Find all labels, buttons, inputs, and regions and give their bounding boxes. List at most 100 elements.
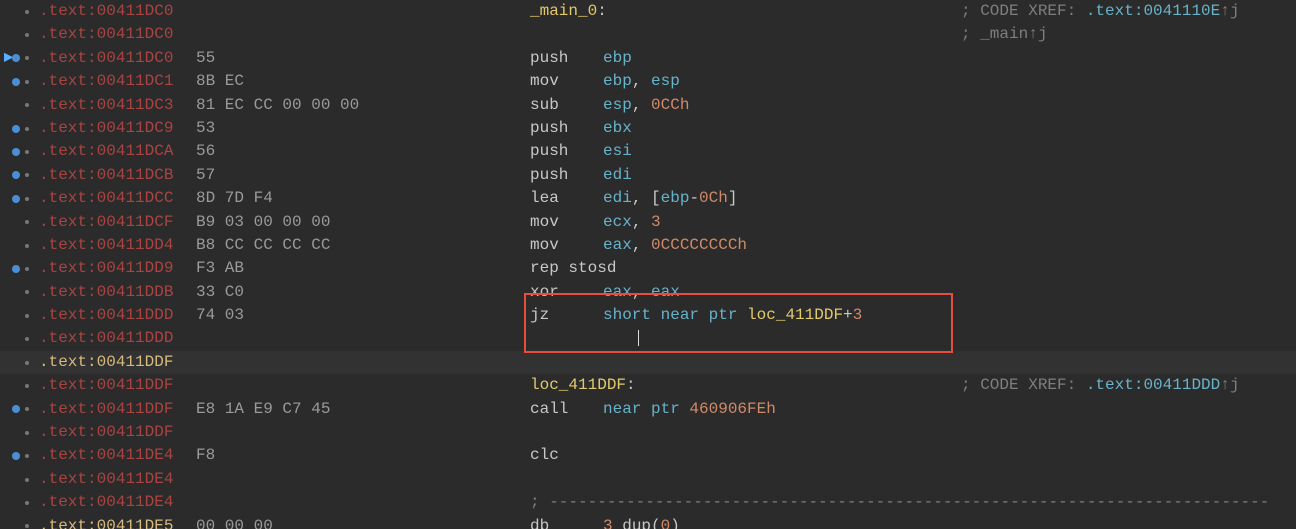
fold-dot-icon [25, 267, 29, 271]
hex-bytes: F8 [196, 446, 215, 464]
disasm-row[interactable]: .text:00411DE500 00 00db3 dup(0) [0, 515, 1296, 529]
comma: , [632, 283, 651, 301]
gutter: ▶ [0, 47, 30, 70]
comma: , [632, 236, 651, 254]
operands: edi [603, 164, 632, 187]
ptr-keyword: near ptr [603, 400, 689, 418]
operands: edi, [ebp-0Ch] [603, 187, 737, 210]
disasm-row[interactable]: .text:00411DC0; _main↑j [0, 23, 1296, 46]
ptr-keyword: short near ptr [603, 306, 747, 324]
address: .text:00411DE4 [39, 446, 173, 464]
operands: eax, eax [603, 281, 680, 304]
address: .text:00411DDF [39, 423, 173, 441]
disasm-row[interactable]: .text:00411DCFB9 03 00 00 00movecx, 3 [0, 211, 1296, 234]
comma: , [632, 72, 651, 90]
register: esp [651, 72, 680, 90]
gutter [0, 444, 30, 467]
disasm-row[interactable]: .text:00411DDD74 03jzshort near ptr loc_… [0, 304, 1296, 327]
register: ecx [603, 213, 632, 231]
gutter [0, 468, 30, 491]
address: .text:00411DDF [39, 400, 173, 418]
register: edi [603, 189, 632, 207]
breakpoint-dot-icon[interactable] [12, 125, 20, 133]
breakpoint-dot-icon[interactable] [12, 405, 20, 413]
operands: ebp [603, 47, 632, 70]
register: ebp [603, 49, 632, 67]
mnemonic: push [530, 166, 568, 184]
operands: ebp, esp [603, 70, 680, 93]
sign: - [689, 189, 699, 207]
gutter [0, 0, 30, 23]
operands: esp, 0CCh [603, 94, 689, 117]
disasm-row[interactable]: .text:00411DC953pushebx [0, 117, 1296, 140]
breakpoint-dot-icon[interactable] [12, 78, 20, 86]
disasm-row[interactable]: .text:00411DDFE8 1A E9 C7 45callnear ptr… [0, 398, 1296, 421]
fold-dot-icon [25, 454, 29, 458]
breakpoint-dot-icon[interactable] [12, 265, 20, 273]
hex-bytes: 56 [196, 142, 215, 160]
gutter [0, 421, 30, 444]
breakpoint-dot-icon[interactable] [12, 171, 20, 179]
code-label: _main_0 [530, 2, 597, 20]
xref: ; CODE XREF: .text:00411DDD↑j [961, 374, 1239, 397]
disasm-row[interactable]: .text:00411DD9F3 ABrep stosd [0, 257, 1296, 280]
register: esp [603, 96, 632, 114]
xref-addr: .text:00411DDD [1086, 376, 1220, 394]
operands: ecx, 3 [603, 211, 661, 234]
gutter [0, 351, 30, 374]
breakpoint-dot-icon[interactable] [12, 54, 20, 62]
breakpoint-dot-icon[interactable] [12, 452, 20, 460]
breakpoint-dot-icon[interactable] [12, 148, 20, 156]
mnemonic: clc [530, 446, 559, 464]
disasm-row[interactable]: .text:00411DC18B ECmovebp, esp [0, 70, 1296, 93]
register: edi [603, 166, 632, 184]
xref-prefix: ; CODE XREF: [961, 376, 1086, 394]
hex-bytes: 00 00 00 [196, 517, 273, 529]
address: .text:00411DC0 [39, 49, 173, 67]
bracket: [ [651, 189, 661, 207]
comma: , [632, 189, 651, 207]
disasm-row[interactable]: .text:00411DCA56pushesi [0, 140, 1296, 163]
gutter [0, 140, 30, 163]
disasm-row[interactable]: .text:00411DCC8D 7D F4leaedi, [ebp-0Ch] [0, 187, 1296, 210]
address: .text:00411DCA [39, 142, 173, 160]
fold-dot-icon [25, 197, 29, 201]
operands: short near ptr loc_411DDF+3 [603, 304, 862, 327]
gutter [0, 398, 30, 421]
target-offset: 3 [853, 306, 863, 324]
xref-prefix: ; CODE XREF: [961, 2, 1086, 20]
mnemonic: lea [530, 189, 559, 207]
address: .text:00411DC1 [39, 72, 173, 90]
register: esi [603, 142, 632, 160]
address: .text:00411DDD [39, 306, 173, 324]
gutter [0, 164, 30, 187]
hex-bytes: B8 CC CC CC CC [196, 236, 330, 254]
disasm-row[interactable]: .text:00411DE4 F8 clc [0, 444, 1296, 467]
address: .text:00411DE4 [39, 470, 173, 488]
disasm-row[interactable]: .text:00411DDB33 C0xoreax, eax [0, 281, 1296, 304]
register: ebp [661, 189, 690, 207]
disasm-row[interactable]: .text:00411DE4; ------------------------… [0, 491, 1296, 514]
mnemonic: jz [530, 306, 549, 324]
disasm-row[interactable]: .text:00411DDD [0, 327, 1296, 350]
disasm-row[interactable]: .text:00411DC0_main_0:; CODE XREF: .text… [0, 0, 1296, 23]
disasm-row[interactable]: .text:00411DE4 [0, 468, 1296, 491]
register: ebx [603, 119, 632, 137]
breakpoint-dot-icon[interactable] [12, 195, 20, 203]
disasm-row[interactable]: .text:00411DDF [0, 421, 1296, 444]
disasm-row[interactable]: .text:00411DD4B8 CC CC CC CCmoveax, 0CCC… [0, 234, 1296, 257]
fold-dot-icon [25, 33, 29, 37]
gutter [0, 234, 30, 257]
disasm-row[interactable]: .text:00411DC381 EC CC 00 00 00subesp, 0… [0, 94, 1296, 117]
disasm-row[interactable]: ▶.text:00411DC055pushebp [0, 47, 1296, 70]
address: .text:00411DDD [39, 329, 173, 347]
disasm-row[interactable]: .text:00411DDFloc_411DDF:; CODE XREF: .t… [0, 374, 1296, 397]
fold-dot-icon [25, 127, 29, 131]
gutter [0, 491, 30, 514]
disasm-row[interactable]: .text:00411DCB57pushedi [0, 164, 1296, 187]
fold-dot-icon [25, 103, 29, 107]
disasm-row[interactable]: .text:00411DDF [0, 351, 1296, 374]
label-colon: : [626, 376, 636, 394]
register: ebp [603, 72, 632, 90]
mnemonic: mov [530, 213, 559, 231]
